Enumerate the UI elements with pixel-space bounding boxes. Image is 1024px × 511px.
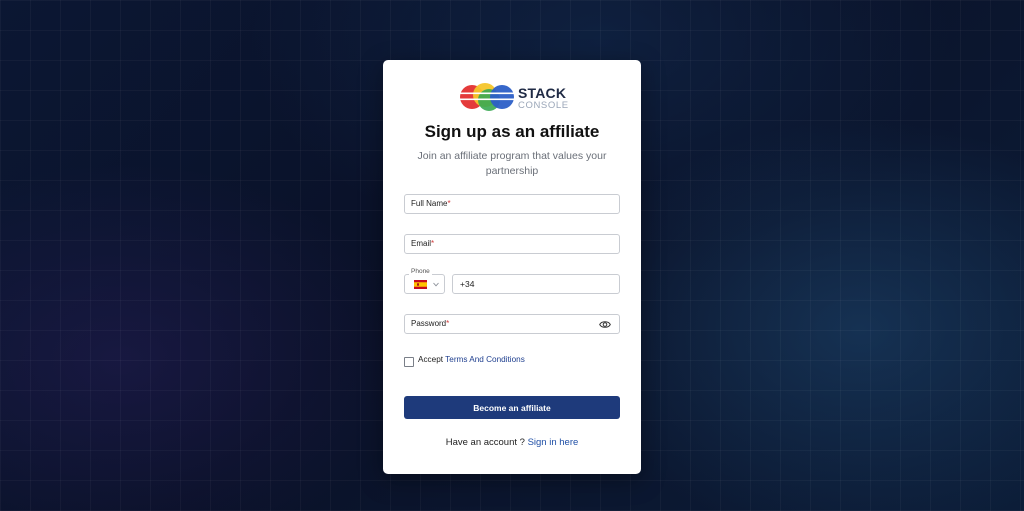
chevron-down-icon <box>433 282 439 287</box>
eye-icon[interactable] <box>599 319 611 330</box>
terms-label: Accept Terms And Conditions <box>418 355 525 364</box>
brand-logo: STACK CONSOLE <box>459 80 569 114</box>
full-name-field[interactable]: Full Name* <box>404 194 620 214</box>
phone-number-input[interactable]: +34 <box>452 274 620 294</box>
page-title: Sign up as an affiliate <box>424 122 600 141</box>
page-subtitle: Join an affiliate program that values yo… <box>417 150 607 177</box>
phone-label: Phone <box>409 268 432 275</box>
logo-name: STACK <box>518 85 567 101</box>
required-marker: * <box>431 239 435 248</box>
password-label-text: Password <box>411 319 447 328</box>
spain-flag-icon <box>414 280 427 289</box>
phone-country-code: +34 <box>460 279 475 289</box>
signin-row: Have an account ? Sign in here <box>383 437 641 448</box>
required-marker: * <box>446 319 450 328</box>
email-label-text: Email <box>411 239 432 248</box>
email-field[interactable]: Email* <box>404 234 620 254</box>
required-marker: * <box>447 199 451 208</box>
terms-link[interactable]: Terms And Conditions <box>445 355 525 364</box>
email-label: Email* <box>411 239 434 248</box>
become-affiliate-button[interactable]: Become an affiliate <box>404 396 620 419</box>
logo-wordmark: STACK CONSOLE <box>518 86 569 111</box>
terms-checkbox[interactable] <box>404 357 414 367</box>
password-field[interactable]: Password* <box>404 314 620 334</box>
phone-country-select[interactable]: Phone <box>404 268 445 294</box>
full-name-label: Full Name* <box>411 199 451 208</box>
signup-card: STACK CONSOLE Sign up as an affiliate Jo… <box>383 60 641 474</box>
full-name-label-text: Full Name <box>411 199 448 208</box>
signin-prompt: Have an account ? <box>445 437 528 448</box>
terms-prefix: Accept <box>418 355 446 364</box>
logo-circles-icon <box>459 83 515 111</box>
signin-link[interactable]: Sign in here <box>528 437 579 448</box>
password-label: Password* <box>411 319 449 328</box>
logo-subname: CONSOLE <box>518 100 569 111</box>
